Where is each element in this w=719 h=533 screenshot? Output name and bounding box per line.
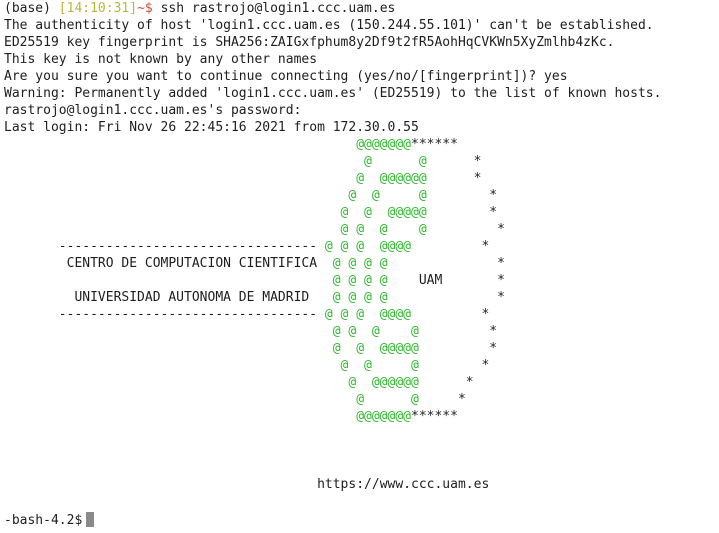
banner-logo-art: @ @ @ @@@@: [324, 239, 411, 254]
banner-logo-art: @ @ @ @@@@: [324, 307, 411, 322]
banner-line: @ @ @ @ UAM *: [4, 272, 719, 289]
output-line: This key is not known by any other names: [4, 52, 318, 67]
banner-text: ---------------------------------: [4, 307, 325, 322]
banner-text: [4, 341, 333, 356]
banner-text: *: [418, 358, 490, 373]
terminal-window[interactable]: (base) [14:10:31]~$ ssh rastrojo@login1.…: [0, 0, 719, 533]
prompt-time: [14:10:31]: [58, 1, 138, 16]
output-line: Are you sure you want to continue connec…: [4, 69, 568, 84]
banner-text: *: [418, 375, 474, 390]
banner-line: @ @ @ *: [4, 357, 719, 374]
banner-logo-art: @ @: [364, 154, 427, 169]
banner-text: ---------------------------------: [4, 239, 325, 254]
banner-line: --------------------------------- @ @ @ …: [4, 306, 719, 323]
banner-text: ******: [411, 409, 458, 424]
banner-line: CENTRO DE COMPUTACION CIENTIFICA @ @ @ @…: [4, 255, 719, 272]
banner-text: [4, 375, 348, 390]
banner-line: @ @ *: [4, 153, 719, 170]
banner-text: *: [418, 324, 498, 339]
text-cursor: [86, 512, 95, 527]
banner-text: UAM *: [387, 273, 505, 288]
banner-line: @ @@@@@@ *: [4, 170, 719, 187]
banner-text: *: [426, 188, 498, 203]
banner-logo-art: @ @ @@@@@: [340, 205, 427, 220]
banner-text: [4, 154, 364, 169]
banner-text: [4, 273, 333, 288]
banner-logo-art: @ @: [356, 392, 419, 407]
banner-line: @@@@@@@******: [4, 136, 719, 153]
ascii-banner: @@@@@@@****** @ @ * @ @@@@@@ * @ @ @ * @…: [4, 136, 719, 425]
banner-logo-art: @ @@@@@@: [356, 171, 427, 186]
banner-line: @ @ @ @ *: [4, 323, 719, 340]
output-line: rastrojo@login1.ccc.uam.es's password:: [4, 103, 302, 118]
banner-text: [4, 358, 341, 373]
prompt-suffix: ~$: [137, 1, 161, 16]
output-line: Last login: Fri Nov 26 22:45:16 2021 fro…: [4, 120, 419, 135]
banner-text: *: [411, 307, 490, 322]
ccc-url: https://www.ccc.uam.es: [317, 477, 490, 492]
banner-logo-art: @@@@@@@: [356, 409, 411, 424]
banner-logo-art: @ @ @ @: [332, 290, 388, 305]
banner-line: @ @ @ @ *: [4, 221, 719, 238]
banner-text: [4, 222, 341, 237]
banner-line: @ @ @@@@@ *: [4, 204, 719, 221]
banner-text: [4, 188, 348, 203]
banner-logo-art: @ @ @: [340, 358, 419, 373]
url-line: https://www.ccc.uam.es: [4, 476, 719, 493]
banner-logo-art: @ @ @ @: [340, 222, 427, 237]
banner-logo-art: @ @@@@@@: [348, 375, 419, 390]
final-prompt: -bash-4.2$: [4, 513, 83, 528]
banner-logo-art: @@@@@@@: [356, 137, 411, 152]
banner-text: [4, 392, 356, 407]
banner-line: @ @ @ *: [4, 187, 719, 204]
banner-text: *: [411, 239, 490, 254]
banner-text: *: [387, 290, 505, 305]
banner-text: [4, 205, 341, 220]
banner-text: *: [418, 392, 466, 407]
banner-text: UNIVERSIDAD AUTONOMA DE MADRID: [4, 290, 333, 305]
banner-logo-art: @ @ @ @: [332, 273, 388, 288]
banner-line: @ @ @@@@@ *: [4, 340, 719, 357]
banner-text: *: [426, 154, 482, 169]
output-line: The authenticity of host 'login1.ccc.uam…: [4, 18, 654, 33]
url-indent: [4, 477, 317, 492]
banner-text: *: [426, 171, 482, 186]
banner-text: [4, 409, 356, 424]
final-prompt-line[interactable]: -bash-4.2$: [4, 512, 719, 529]
banner-line: @ @ *: [4, 391, 719, 408]
banner-text: *: [426, 205, 498, 220]
command-line: (base) [14:10:31]~$ ssh rastrojo@login1.…: [4, 0, 719, 17]
banner-text: [4, 324, 333, 339]
command-text: ssh rastrojo@login1.ccc.uam.es: [160, 1, 396, 16]
banner-text: CENTRO DE COMPUTACION CIENTIFICA: [4, 256, 333, 271]
banner-line: @ @@@@@@ *: [4, 374, 719, 391]
banner-text: [4, 171, 356, 186]
banner-logo-art: @ @ @ @: [332, 256, 388, 271]
banner-logo-art: @ @ @ @: [332, 324, 419, 339]
banner-text: *: [426, 222, 505, 237]
banner-logo-art: @ @ @: [348, 188, 427, 203]
output-line: Warning: Permanently added 'login1.ccc.u…: [4, 86, 662, 101]
banner-text: ******: [411, 137, 458, 152]
banner-line: --------------------------------- @ @ @ …: [4, 238, 719, 255]
output-line: ED25519 key fingerprint is SHA256:ZAIGxf…: [4, 35, 615, 50]
banner-text: *: [418, 341, 498, 356]
banner-logo-art: @ @ @@@@@: [332, 341, 419, 356]
banner-text: *: [387, 256, 505, 271]
banner-line: UNIVERSIDAD AUTONOMA DE MADRID @ @ @ @ *: [4, 289, 719, 306]
banner-text: [4, 137, 356, 152]
banner-line: @@@@@@@******: [4, 408, 719, 425]
prompt-prefix: (base): [4, 1, 59, 16]
